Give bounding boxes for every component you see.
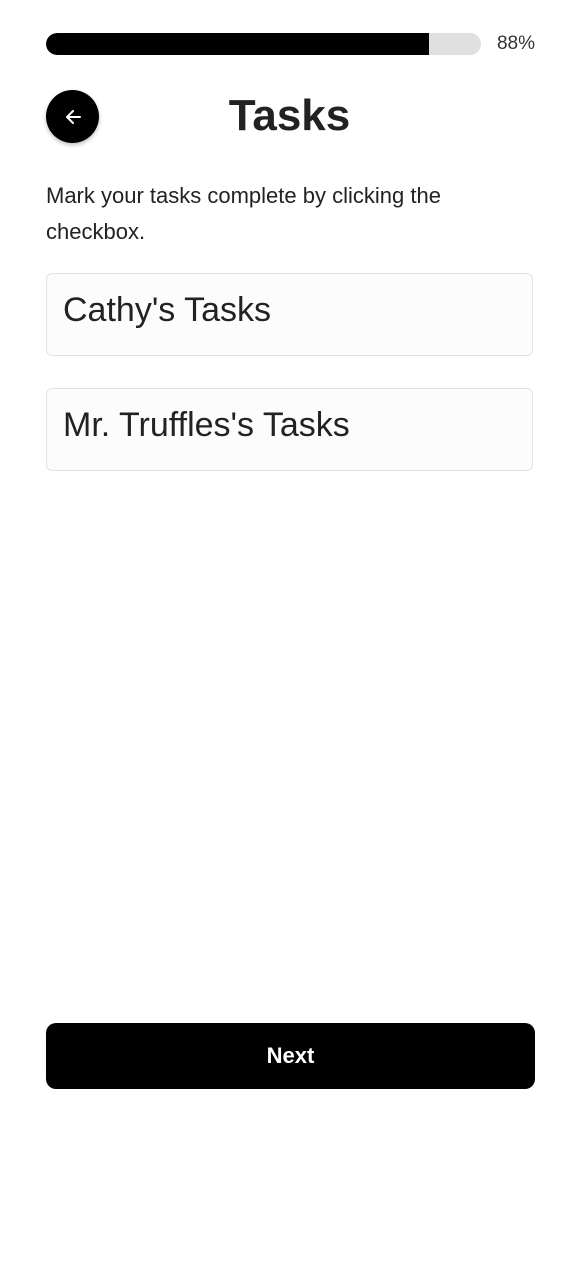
task-group-mr-truffles[interactable]: Mr. Truffles's Tasks xyxy=(46,388,533,471)
next-button[interactable]: Next xyxy=(46,1023,535,1089)
instructions-text: Mark your tasks complete by clicking the… xyxy=(46,183,441,244)
progress-fill xyxy=(46,33,429,55)
page-title: Tasks xyxy=(228,91,351,140)
progress-track xyxy=(46,33,481,55)
progress-percentage: 88% xyxy=(496,33,535,54)
task-group-cathy[interactable]: Cathy's Tasks xyxy=(46,273,533,356)
task-group-label: Cathy's Tasks xyxy=(63,291,272,329)
progress-bar: 88% xyxy=(46,33,535,55)
task-group-label: Mr. Truffles's Tasks xyxy=(63,406,350,444)
